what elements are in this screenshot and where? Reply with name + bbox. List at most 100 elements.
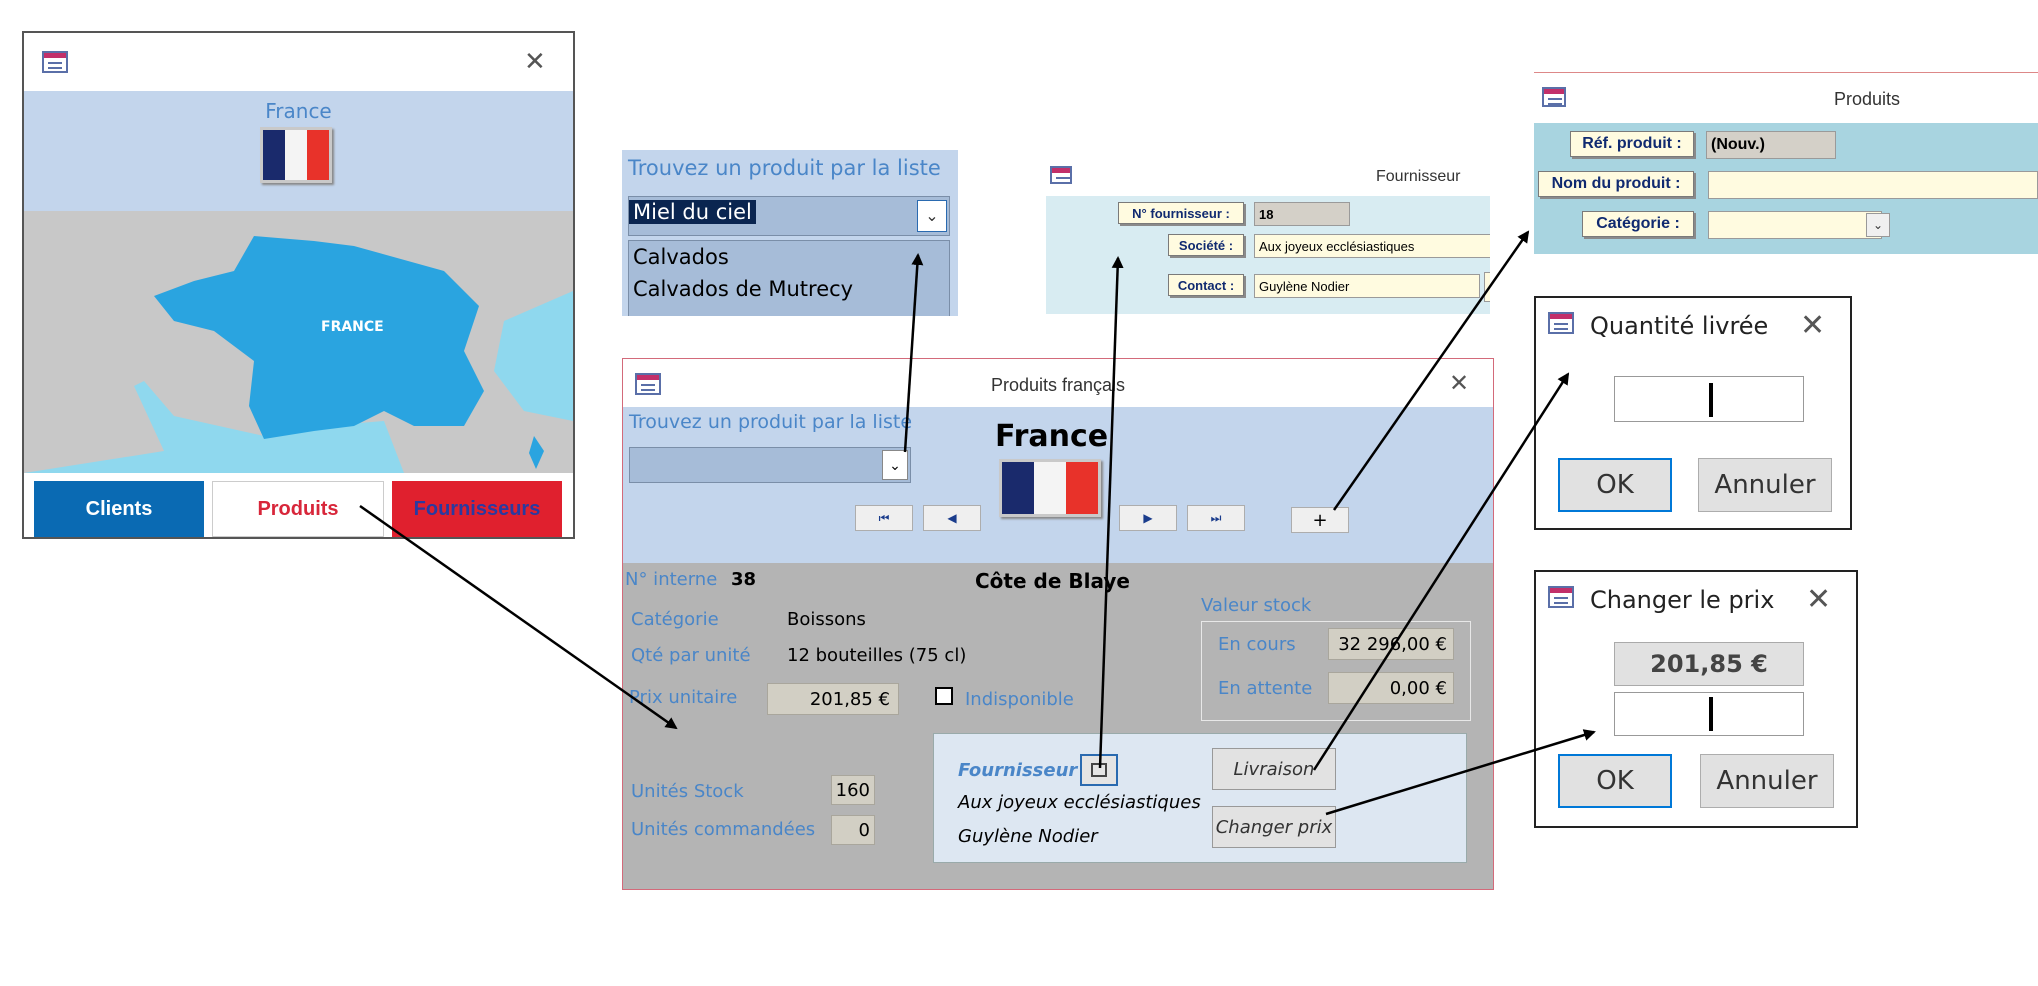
flag-image: [260, 127, 332, 183]
unites-cmd-field[interactable]: 0: [831, 815, 875, 845]
main-finder-combobox[interactable]: ⌄: [629, 447, 911, 483]
en-cours-value: 32 296,00 €: [1338, 633, 1447, 655]
finder-selected-value: Miel du ciel: [629, 200, 756, 224]
produits-body: Réf. produit : (Nouv.) Nom du produit : …: [1534, 123, 2038, 254]
text-cursor: [1709, 383, 1713, 417]
current-price-value: 201,85 €: [1650, 650, 1768, 678]
ok-button[interactable]: OK: [1558, 458, 1672, 512]
produits-button[interactable]: Produits: [212, 481, 384, 537]
produits-title: Produits: [1834, 89, 1901, 109]
en-attente-label: En attente: [1218, 678, 1313, 699]
form-icon: [42, 51, 68, 73]
product-finder-snippet: Trouvez un produit par la liste Miel du …: [622, 150, 958, 316]
contact-field[interactable]: Guylène Nodier: [1254, 274, 1480, 298]
valeur-stock-label: Valeur stock: [1201, 595, 1312, 616]
num-fournisseur-label: N° fournisseur :: [1118, 202, 1244, 224]
first-record-button[interactable]: ⏮: [855, 505, 913, 531]
flag-image: [999, 459, 1101, 517]
livraison-button[interactable]: Livraison: [1212, 748, 1336, 790]
fournisseurs-button[interactable]: Fournisseurs: [392, 481, 562, 537]
chevron-down-icon[interactable]: ⌄: [1866, 213, 1890, 237]
main-form-title: Produits français: [990, 375, 1126, 395]
text-cursor: [1709, 697, 1713, 731]
categorie-value: Boissons: [787, 609, 866, 630]
finder-label: Trouvez un produit par la liste: [628, 156, 941, 180]
categorie-combobox[interactable]: [1708, 211, 1882, 239]
map-label: FRANCE: [321, 319, 384, 335]
ref-produit-field[interactable]: (Nouv.): [1706, 131, 1836, 159]
contact-label: Contact :: [1168, 274, 1244, 296]
chevron-down-icon[interactable]: ⌄: [917, 200, 947, 232]
fournisseur-name: Aux joyeux ecclésiastiques: [958, 792, 1201, 813]
interne-label: N° interne: [625, 569, 718, 590]
unites-cmd-label: Unités commandées: [631, 819, 816, 840]
menu-window: ✕ France FRANCE Clients Produits Fournis…: [22, 31, 575, 539]
clients-button[interactable]: Clients: [34, 481, 204, 537]
close-icon[interactable]: ✕: [524, 47, 546, 77]
fournisseur-label: Fournisseur: [958, 760, 1078, 781]
fournisseur-title: Fournisseur: [1376, 168, 1461, 185]
quantite-input[interactable]: [1614, 376, 1804, 422]
en-attente-field: 0,00 €: [1328, 672, 1454, 704]
prix-field[interactable]: 201,85 €: [767, 683, 899, 715]
last-record-button[interactable]: ⏭: [1187, 505, 1245, 531]
ok-button-label: OK: [1596, 470, 1634, 500]
cancel-button[interactable]: Annuler: [1698, 458, 1832, 512]
num-fournisseur-field[interactable]: 18: [1254, 202, 1350, 226]
previous-record-button[interactable]: ◀: [923, 505, 981, 531]
form-icon: [1542, 87, 1566, 107]
main-country-title: France: [995, 419, 1109, 454]
nom-produit-label: Nom du produit :: [1538, 171, 1694, 197]
categorie-label: Catégorie :: [1582, 211, 1694, 237]
fournisseur-open-button[interactable]: [1080, 754, 1118, 786]
list-item[interactable]: Calvados de Mutrecy: [633, 277, 853, 301]
close-icon[interactable]: ✕: [1806, 582, 1831, 617]
quantite-dialog-title: Quantité livrée: [1590, 312, 1769, 340]
en-cours-field: 32 296,00 €: [1328, 628, 1454, 660]
finder-dropdown-list: Calvados Calvados de Mutrecy: [628, 240, 950, 316]
changer-prix-button[interactable]: Changer prix: [1212, 806, 1336, 848]
unites-stock-value: 160: [835, 779, 870, 801]
main-finder-label: Trouvez un produit par la liste: [629, 411, 913, 433]
form-icon: [1548, 586, 1574, 608]
interne-value: 38: [731, 569, 757, 590]
close-icon[interactable]: ✕: [1449, 369, 1469, 397]
valeur-stock-group: En cours 32 296,00 € En attente 0,00 €: [1201, 621, 1471, 721]
close-icon[interactable]: ✕: [1800, 308, 1825, 343]
cancel-button[interactable]: Annuler: [1700, 754, 1834, 808]
chevron-down-icon[interactable]: ⌄: [882, 450, 908, 480]
ref-produit-label: Réf. produit :: [1570, 131, 1694, 157]
header-band: France: [24, 91, 573, 211]
societe-label: Société :: [1168, 234, 1244, 256]
unites-stock-field[interactable]: 160: [831, 775, 875, 805]
contact-extra-field[interactable]: [1484, 272, 1490, 302]
prix-value: 201,85 €: [809, 688, 890, 710]
quantite-dialog: Quantité livrée ✕ OK Annuler: [1534, 296, 1852, 530]
current-price-field: 201,85 €: [1614, 642, 1804, 686]
cancel-button-label: Annuler: [1716, 766, 1818, 796]
new-price-input[interactable]: [1614, 692, 1804, 736]
fournisseur-form-snippet: Fournisseur N° fournisseur : 18 Société …: [1046, 160, 1490, 314]
list-item[interactable]: Calvados: [633, 245, 729, 269]
fournisseur-contact: Guylène Nodier: [958, 826, 1098, 847]
next-record-button[interactable]: ▶: [1119, 505, 1177, 531]
qte-label: Qté par unité: [631, 645, 751, 666]
unites-stock-label: Unités Stock: [631, 781, 744, 802]
cancel-button-label: Annuler: [1714, 470, 1816, 500]
add-record-button[interactable]: +: [1291, 507, 1349, 533]
main-detail: N° interne 38 Côte de Blaye Catégorie Bo…: [623, 563, 1493, 889]
changer-prix-button-label: Changer prix: [1215, 816, 1333, 838]
livraison-button-label: Livraison: [1233, 758, 1315, 780]
qte-value: 12 bouteilles (75 cl): [787, 645, 967, 666]
societe-field[interactable]: Aux joyeux ecclésiastiques: [1254, 234, 1490, 258]
fournisseurs-button-label: Fournisseurs: [413, 497, 541, 520]
prix-dialog: Changer le prix ✕ 201,85 € OK Annuler: [1534, 570, 1858, 828]
nom-produit-field[interactable]: [1708, 171, 2038, 199]
main-header: Trouvez un produit par la liste ⌄ France…: [623, 407, 1493, 563]
country-title: France: [265, 99, 332, 123]
finder-combobox[interactable]: Miel du ciel ⌄: [628, 196, 950, 236]
indisponible-checkbox[interactable]: [935, 687, 953, 705]
ok-button[interactable]: OK: [1558, 754, 1672, 808]
produits-form-snippet: Produits Réf. produit : (Nouv.) Nom du p…: [1534, 72, 2038, 254]
clients-button-label: Clients: [85, 497, 153, 520]
